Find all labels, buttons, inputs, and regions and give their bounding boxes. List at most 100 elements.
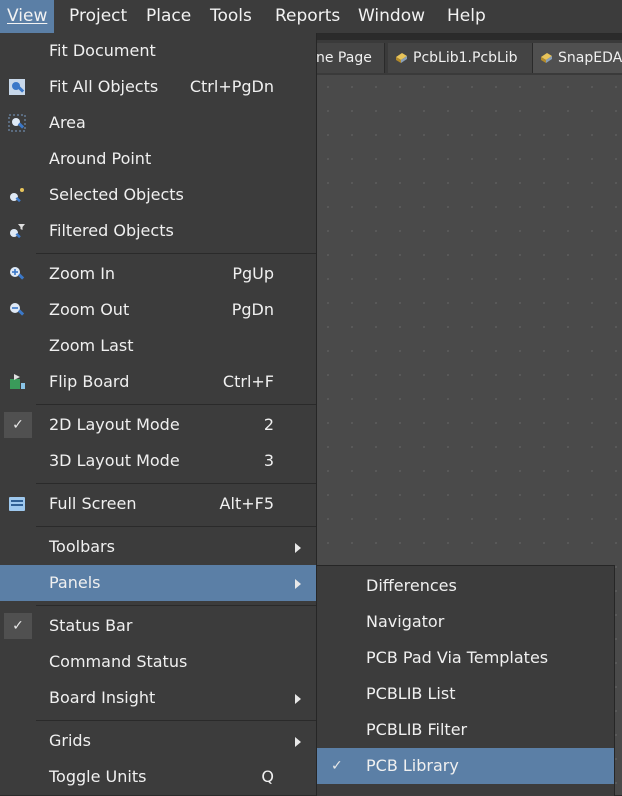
menu-reports-label: Reports — [275, 6, 341, 26]
zoom-area-icon — [8, 114, 26, 132]
2d-layout-mode-shortcut: 2 — [263, 415, 274, 434]
zoom-out-label: Zoom Out — [49, 300, 130, 319]
menu-item-full-screen[interactable]: Full Screen Alt+F5 — [0, 486, 316, 522]
flip-board-icon — [10, 374, 25, 389]
menu-item-toolbars[interactable]: Toolbars — [0, 529, 316, 565]
zoom-in-label: Zoom In — [49, 264, 116, 283]
menu-help-label: Help — [447, 6, 486, 26]
zoom-in-shortcut: PgUp — [232, 264, 274, 283]
selected-objects-label: Selected Objects — [49, 185, 184, 204]
submenu-arrow-icon — [295, 694, 301, 704]
menu-bar: View Project Place Tools Reports Window … — [0, 0, 622, 34]
tab-snapeda-label: SnapEDA — [558, 50, 622, 66]
navigator-label: Navigator — [366, 612, 445, 631]
menu-item-toggle-units[interactable]: Toggle Units Q — [0, 759, 316, 795]
menu-item-zoom-last[interactable]: Zoom Last — [0, 328, 316, 364]
menu-item-board-insight[interactable]: Board Insight — [0, 680, 316, 716]
pcblib-filter-label: PCBLIB Filter — [366, 720, 468, 739]
3d-layout-mode-shortcut: 3 — [263, 451, 274, 470]
menu-item-fit-all-objects[interactable]: Fit All Objects Ctrl+PgDn — [0, 69, 316, 105]
menu-item-command-status[interactable]: Command Status — [0, 644, 316, 680]
menu-project-label: Project — [69, 6, 128, 26]
menu-item-status-bar[interactable]: ✓ Status Bar — [0, 608, 316, 644]
menu-item-grids[interactable]: Grids — [0, 723, 316, 759]
panel-item-pcblib-list[interactable]: PCBLIB List — [317, 676, 614, 712]
menu-project[interactable]: Project — [62, 0, 134, 33]
panel-item-pcblib-filter[interactable]: PCBLIB Filter — [317, 712, 614, 748]
panel-item-navigator[interactable]: Navigator — [317, 604, 614, 640]
menu-separator — [36, 720, 316, 721]
panel-item-pcb-pad-via-templates[interactable]: PCB Pad Via Templates — [317, 640, 614, 676]
menu-view[interactable]: View — [0, 0, 55, 33]
menu-place[interactable]: Place — [139, 0, 198, 33]
menu-separator — [36, 526, 316, 527]
checkmark-icon: ✓ — [4, 613, 32, 639]
panels-label: Panels — [49, 573, 101, 592]
tab-pcblib1[interactable]: PcbLib1.PcbLib — [388, 43, 533, 73]
fit-all-objects-label: Fit All Objects — [49, 77, 159, 96]
menu-view-label: View — [7, 6, 48, 26]
menu-window-label: Window — [358, 6, 426, 26]
panel-item-differences[interactable]: Differences — [317, 568, 614, 604]
menu-item-2d-layout-mode[interactable]: ✓ 2D Layout Mode 2 — [0, 407, 316, 443]
menu-help[interactable]: Help — [440, 0, 493, 33]
board-insight-label: Board Insight — [49, 688, 156, 707]
full-screen-shortcut: Alt+F5 — [219, 494, 274, 513]
zoom-out-shortcut: PgDn — [231, 300, 274, 319]
submenu-arrow-icon — [295, 737, 301, 747]
menu-item-selected-objects[interactable]: Selected Objects — [0, 177, 316, 213]
flip-board-shortcut: Ctrl+F — [222, 372, 274, 391]
toolbars-label: Toolbars — [49, 537, 115, 556]
checkmark-icon: ✓ — [4, 412, 32, 438]
view-menu-dropdown: Fit Document Fit All Objects Ctrl+PgDn A… — [0, 33, 317, 795]
menu-tools[interactable]: Tools — [203, 0, 259, 33]
filtered-objects-icon — [10, 224, 25, 239]
document-tab-bar: ne Page PcbLib1.PcbLib SnapEDA — [316, 40, 622, 75]
selected-objects-icon — [10, 188, 24, 203]
checkmark-icon: ✓ — [331, 758, 343, 774]
toggle-units-shortcut: Q — [261, 767, 274, 786]
menu-item-zoom-out[interactable]: Zoom Out PgDn — [0, 292, 316, 328]
menu-window[interactable]: Window — [351, 0, 432, 33]
pcblib-file-icon — [396, 53, 407, 63]
fit-all-objects-icon — [9, 79, 25, 95]
menu-item-flip-board[interactable]: Flip Board Ctrl+F — [0, 364, 316, 400]
menu-item-panels[interactable]: Panels — [0, 565, 316, 601]
status-bar-label: Status Bar — [49, 616, 133, 635]
menu-item-zoom-in[interactable]: Zoom In PgUp — [0, 256, 316, 292]
full-screen-label: Full Screen — [49, 494, 137, 513]
toggle-units-label: Toggle Units — [49, 767, 147, 786]
2d-layout-mode-label: 2D Layout Mode — [49, 415, 180, 434]
menu-reports[interactable]: Reports — [268, 0, 347, 33]
tab-snapeda[interactable]: SnapEDA — [533, 43, 622, 73]
differences-label: Differences — [366, 576, 457, 595]
pcblib-list-label: PCBLIB List — [366, 684, 456, 703]
fit-document-label: Fit Document — [49, 41, 156, 60]
submenu-arrow-icon — [295, 543, 301, 553]
tab-pcblib1-label: PcbLib1.PcbLib — [413, 50, 518, 66]
menu-item-filtered-objects[interactable]: Filtered Objects — [0, 213, 316, 249]
zoom-last-label: Zoom Last — [49, 336, 134, 355]
menu-item-area[interactable]: Area — [0, 105, 316, 141]
menu-separator — [36, 605, 316, 606]
tab-home-page-label: ne Page — [316, 50, 372, 66]
flip-board-label: Flip Board — [49, 372, 130, 391]
pcblib-file-icon — [541, 53, 552, 63]
menu-item-fit-document[interactable]: Fit Document — [0, 33, 316, 69]
tab-home-page[interactable]: ne Page — [316, 43, 385, 73]
submenu-arrow-icon — [295, 579, 301, 589]
grids-label: Grids — [49, 731, 91, 750]
filtered-objects-label: Filtered Objects — [49, 221, 174, 240]
panels-submenu: Differences Navigator PCB Pad Via Templa… — [316, 565, 615, 796]
menu-place-label: Place — [146, 6, 192, 26]
zoom-in-icon — [10, 267, 25, 280]
full-screen-icon — [9, 497, 25, 511]
menu-item-around-point[interactable]: Around Point — [0, 141, 316, 177]
menu-separator — [36, 404, 316, 405]
menu-item-3d-layout-mode[interactable]: 3D Layout Mode 3 — [0, 443, 316, 479]
zoom-out-icon — [10, 303, 25, 316]
3d-layout-mode-label: 3D Layout Mode — [49, 451, 180, 470]
pcb-library-label: PCB Library — [366, 756, 459, 775]
panel-item-pcb-library[interactable]: ✓ PCB Library — [317, 748, 614, 784]
pcb-pad-via-templates-label: PCB Pad Via Templates — [366, 648, 549, 667]
